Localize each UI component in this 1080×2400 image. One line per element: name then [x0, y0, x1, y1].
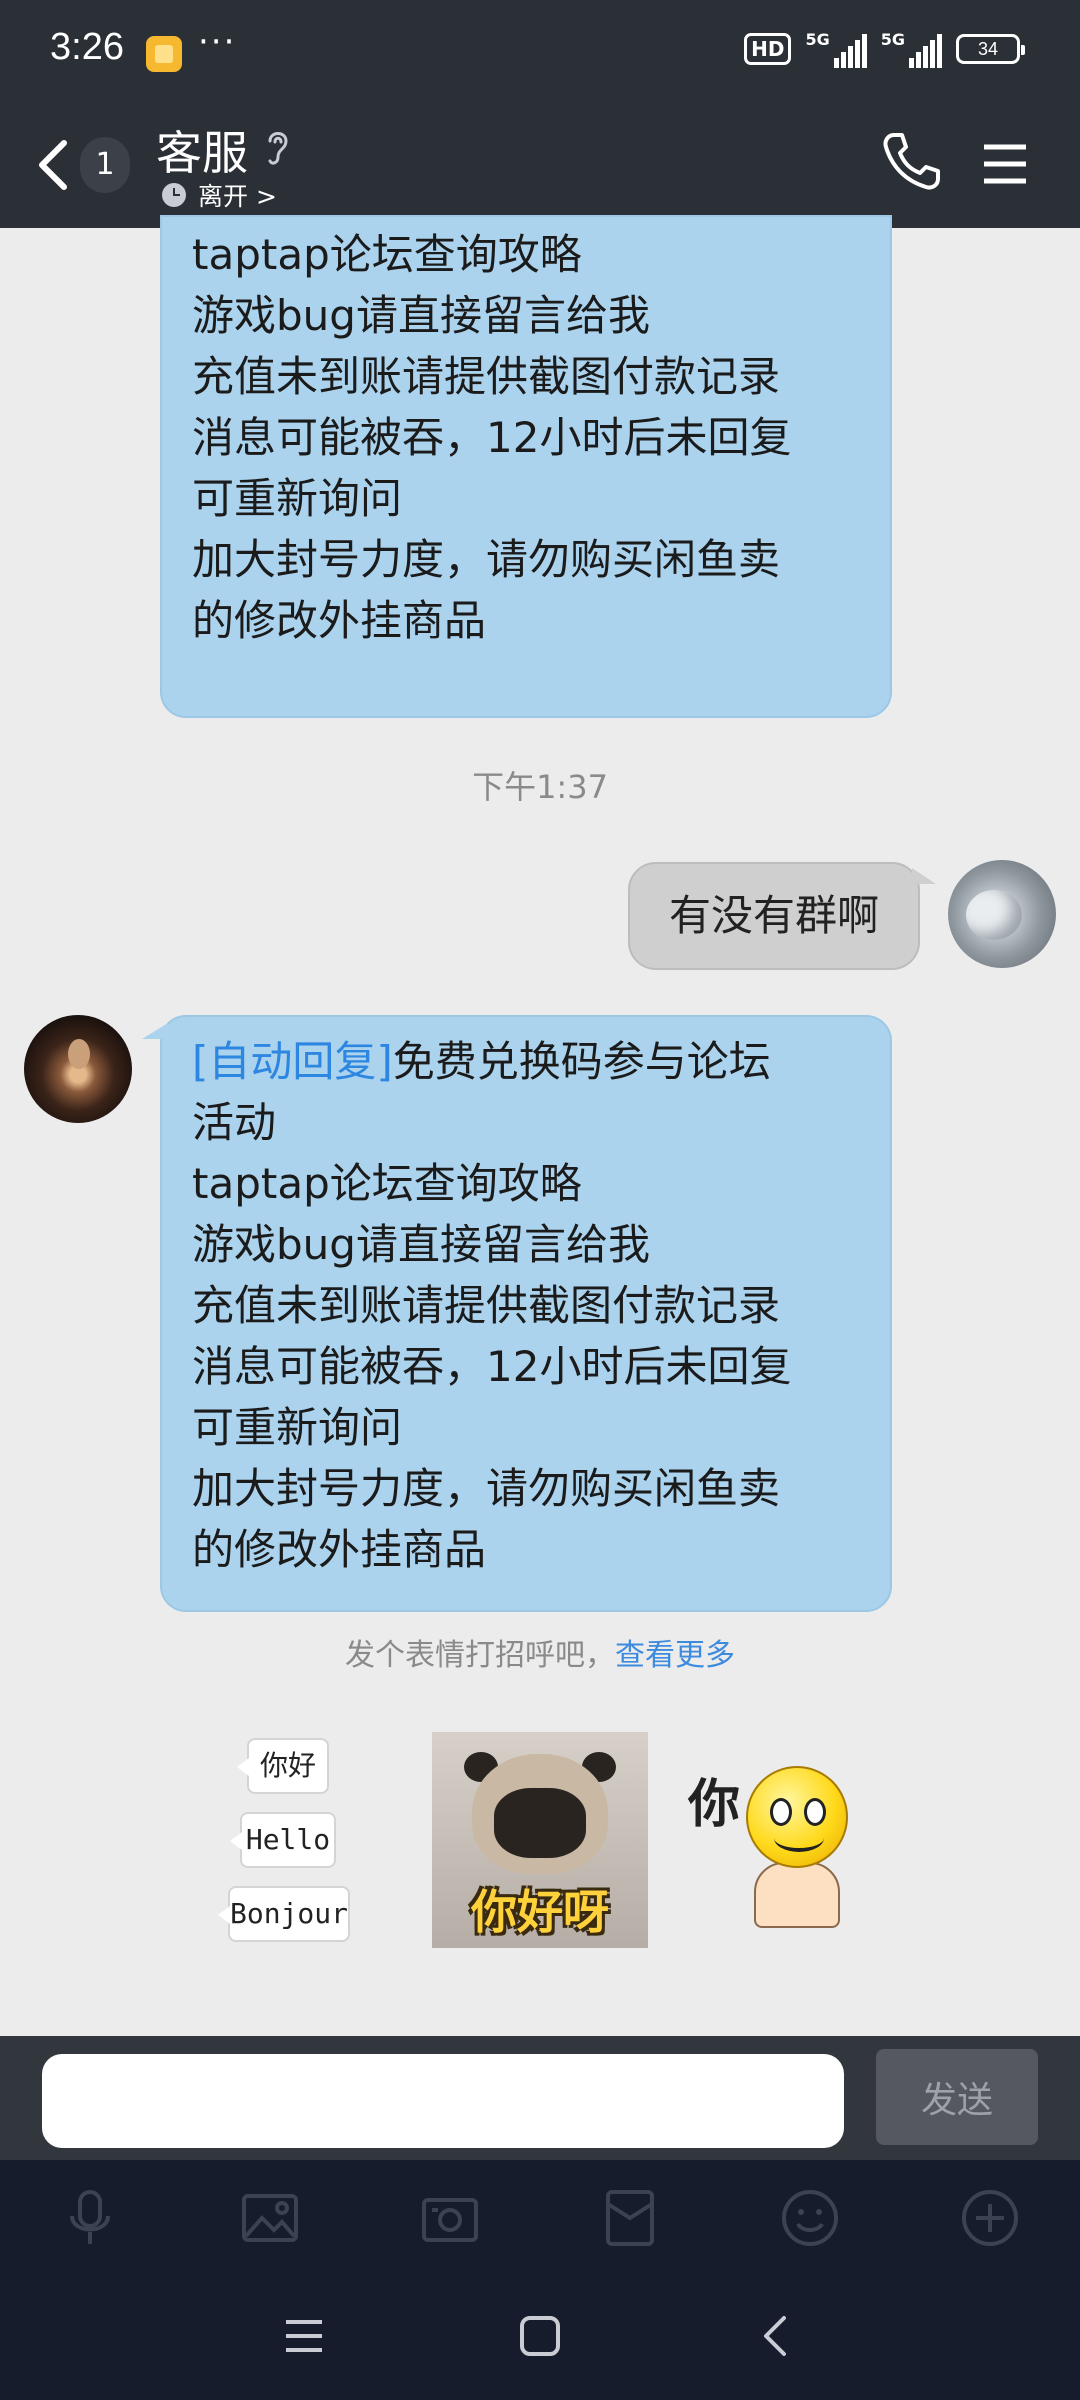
message-timestamp: 下午1:37	[472, 768, 608, 806]
back-icon[interactable]	[752, 2312, 800, 2360]
received-message-bubble[interactable]: [自动回复]免费兑换码参与论坛 活动 taptap论坛查询攻略 游戏bug请直接…	[142, 1015, 892, 1612]
hd-voice-icon: HD	[744, 33, 792, 65]
chat-toolbar	[0, 2160, 1080, 2272]
message-text: 活动 taptap论坛查询攻略 游戏bug请直接留言给我 充值未到账请提供截图付…	[192, 217, 792, 645]
presence-status[interactable]: 离开 >	[162, 177, 277, 213]
pug-sticker[interactable]: 你好呀	[432, 1732, 648, 1948]
clock-icon	[162, 183, 186, 207]
microphone-icon[interactable]	[60, 2188, 120, 2248]
received-message-bubble[interactable]: 活动 taptap论坛查询攻略 游戏bug请直接留言给我 充值未到账请提供截图付…	[160, 215, 892, 718]
smiley-face-icon	[746, 1766, 848, 1868]
status-indicators: HD 5G 5G 34	[744, 30, 1025, 68]
contact-avatar[interactable]	[24, 1015, 132, 1123]
my-avatar[interactable]	[948, 860, 1056, 968]
signal-icon-1: 5G	[805, 30, 867, 68]
unread-count-badge[interactable]: 1	[80, 137, 130, 193]
contact-name[interactable]: 客服	[156, 117, 248, 183]
greeting-sticker-hello-en[interactable]: Hello	[230, 1812, 336, 1868]
view-more-link[interactable]: 查看更多	[615, 1638, 735, 1673]
greeting-sticker-hello-cn[interactable]: 你好	[237, 1738, 329, 1794]
send-button[interactable]: 发送	[876, 2049, 1038, 2145]
red-packet-icon[interactable]	[600, 2188, 660, 2248]
ear-icon[interactable]	[262, 125, 294, 169]
smiley-sticker-caption: 你	[688, 1775, 741, 1835]
chat-menu-button[interactable]	[980, 141, 1030, 187]
camera-icon[interactable]	[420, 2188, 480, 2248]
status-time: 3:26	[50, 26, 124, 68]
suggestion-text: 发个表情打招呼吧，	[345, 1638, 615, 1673]
auto-reply-tag: [自动回复]	[192, 1037, 393, 1086]
chat-header: 1 客服 离开 >	[0, 105, 1080, 228]
network-type-label: 5G	[805, 30, 830, 49]
message-text: 免费兑换码参与论坛 活动 taptap论坛查询攻略 游戏bug请直接留言给我 充…	[192, 1037, 792, 1574]
system-navigation-bar	[0, 2272, 1080, 2400]
more-notifications-icon: ···	[198, 22, 237, 62]
menu-icon[interactable]	[280, 2312, 328, 2360]
home-icon[interactable]	[516, 2312, 564, 2360]
smiley-sticker[interactable]: 你	[688, 1752, 858, 1932]
pug-sticker-caption: 你好呀	[471, 1885, 609, 1939]
network-type-label: 5G	[880, 30, 905, 49]
sent-message-bubble[interactable]: 有没有群啊	[628, 862, 936, 970]
image-icon[interactable]	[240, 2188, 300, 2248]
message-input[interactable]	[42, 2054, 844, 2148]
phone-call-button[interactable]	[880, 129, 940, 193]
signal-icon-2: 5G	[881, 30, 942, 68]
hamburger-icon	[984, 144, 1026, 184]
greeting-suggestion-prompt: 发个表情打招呼吧，查看更多	[0, 1630, 1080, 1674]
chevron-left-icon	[39, 140, 67, 190]
status-bar: 3:26 ··· HD 5G 5G 34	[0, 0, 1080, 105]
back-button[interactable]	[30, 133, 80, 197]
notes-app-icon	[146, 36, 182, 72]
greeting-sticker-bonjour[interactable]: Bonjour	[218, 1886, 350, 1942]
phone-icon	[883, 133, 940, 190]
battery-icon: 34	[956, 34, 1025, 64]
plus-icon[interactable]	[960, 2188, 1020, 2248]
emoji-icon[interactable]	[780, 2188, 840, 2248]
message-input-bar: 发送	[0, 2036, 1080, 2160]
presence-label: 离开 >	[198, 182, 277, 211]
